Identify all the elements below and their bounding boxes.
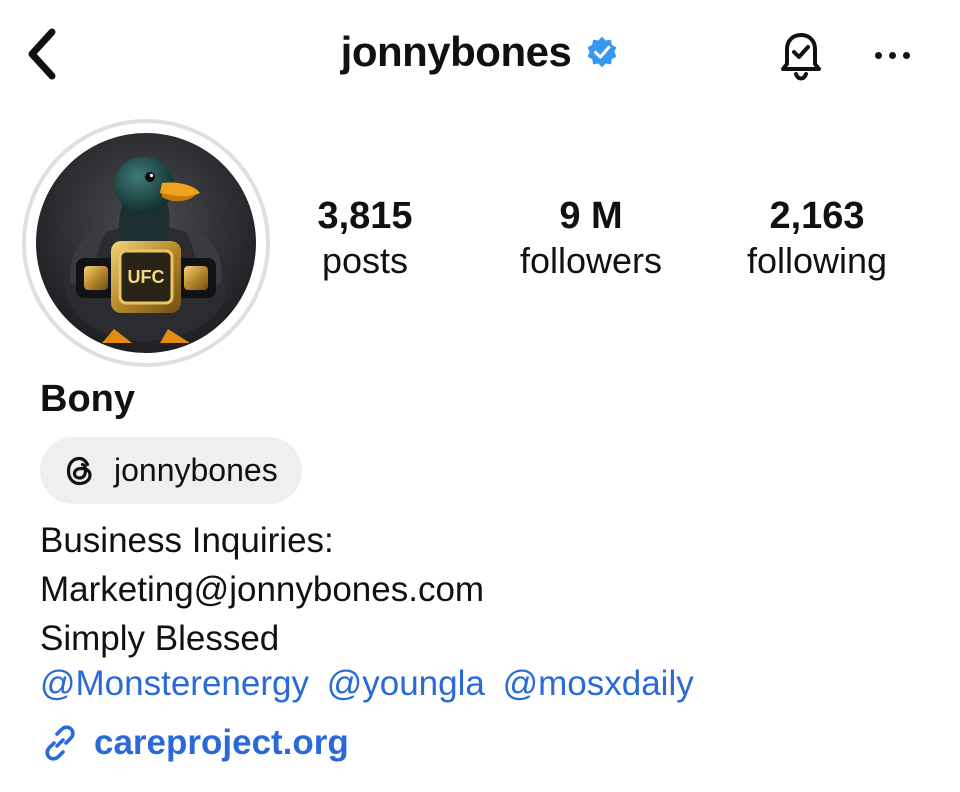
display-name: Bony bbox=[40, 378, 135, 420]
profile-username: jonnybones bbox=[340, 28, 572, 75]
bio-email: Marketing@jonnybones.com bbox=[40, 570, 485, 609]
followers-stat[interactable]: 9 M followers bbox=[496, 194, 686, 284]
avatar[interactable]: UFC bbox=[36, 133, 256, 353]
bell-check-icon bbox=[781, 33, 821, 81]
following-count: 2,163 bbox=[769, 195, 865, 237]
more-horizontal-icon bbox=[874, 51, 882, 59]
chevron-left-icon bbox=[28, 28, 56, 80]
posts-stat[interactable]: 3,815 posts bbox=[292, 194, 438, 284]
mention-link[interactable]: @youngla bbox=[327, 664, 485, 703]
bio: Business Inquiries: Marketing@jonnybones… bbox=[40, 516, 484, 663]
more-horizontal-icon bbox=[902, 51, 910, 59]
external-link-text: careproject.org bbox=[94, 723, 349, 762]
verified-badge-icon bbox=[587, 36, 617, 68]
mention-link[interactable]: @mosxdaily bbox=[503, 664, 694, 703]
bio-mentions: @Monsterenergy @youngla @mosxdaily bbox=[40, 664, 702, 704]
threads-icon bbox=[66, 456, 92, 485]
avatar-story-ring[interactable]: UFC bbox=[22, 119, 270, 367]
following-stat[interactable]: 2,163 following bbox=[722, 194, 912, 284]
svg-text:UFC: UFC bbox=[128, 267, 165, 287]
posts-count: 3,815 bbox=[317, 195, 413, 237]
bio-line: Simply Blessed bbox=[40, 619, 280, 658]
back-button[interactable] bbox=[18, 24, 66, 84]
more-horizontal-icon bbox=[888, 51, 896, 59]
profile-page: jonnybones UFC 3,815 posts 9 M followers… bbox=[0, 0, 960, 792]
followers-count: 9 M bbox=[559, 195, 623, 237]
notifications-button[interactable] bbox=[772, 26, 830, 84]
threads-handle: jonnybones bbox=[114, 452, 278, 488]
external-link[interactable]: careproject.org bbox=[40, 723, 349, 763]
bio-line: Business Inquiries: bbox=[40, 521, 334, 560]
link-icon bbox=[45, 725, 75, 761]
threads-profile-button[interactable]: jonnybones bbox=[40, 437, 302, 504]
followers-label: followers bbox=[519, 240, 663, 281]
duck-avatar-image: UFC bbox=[36, 133, 256, 353]
mention-link[interactable]: @Monsterenergy bbox=[40, 664, 309, 703]
following-label: following bbox=[746, 240, 888, 281]
posts-label: posts bbox=[321, 240, 409, 281]
more-options-button[interactable] bbox=[866, 30, 918, 80]
